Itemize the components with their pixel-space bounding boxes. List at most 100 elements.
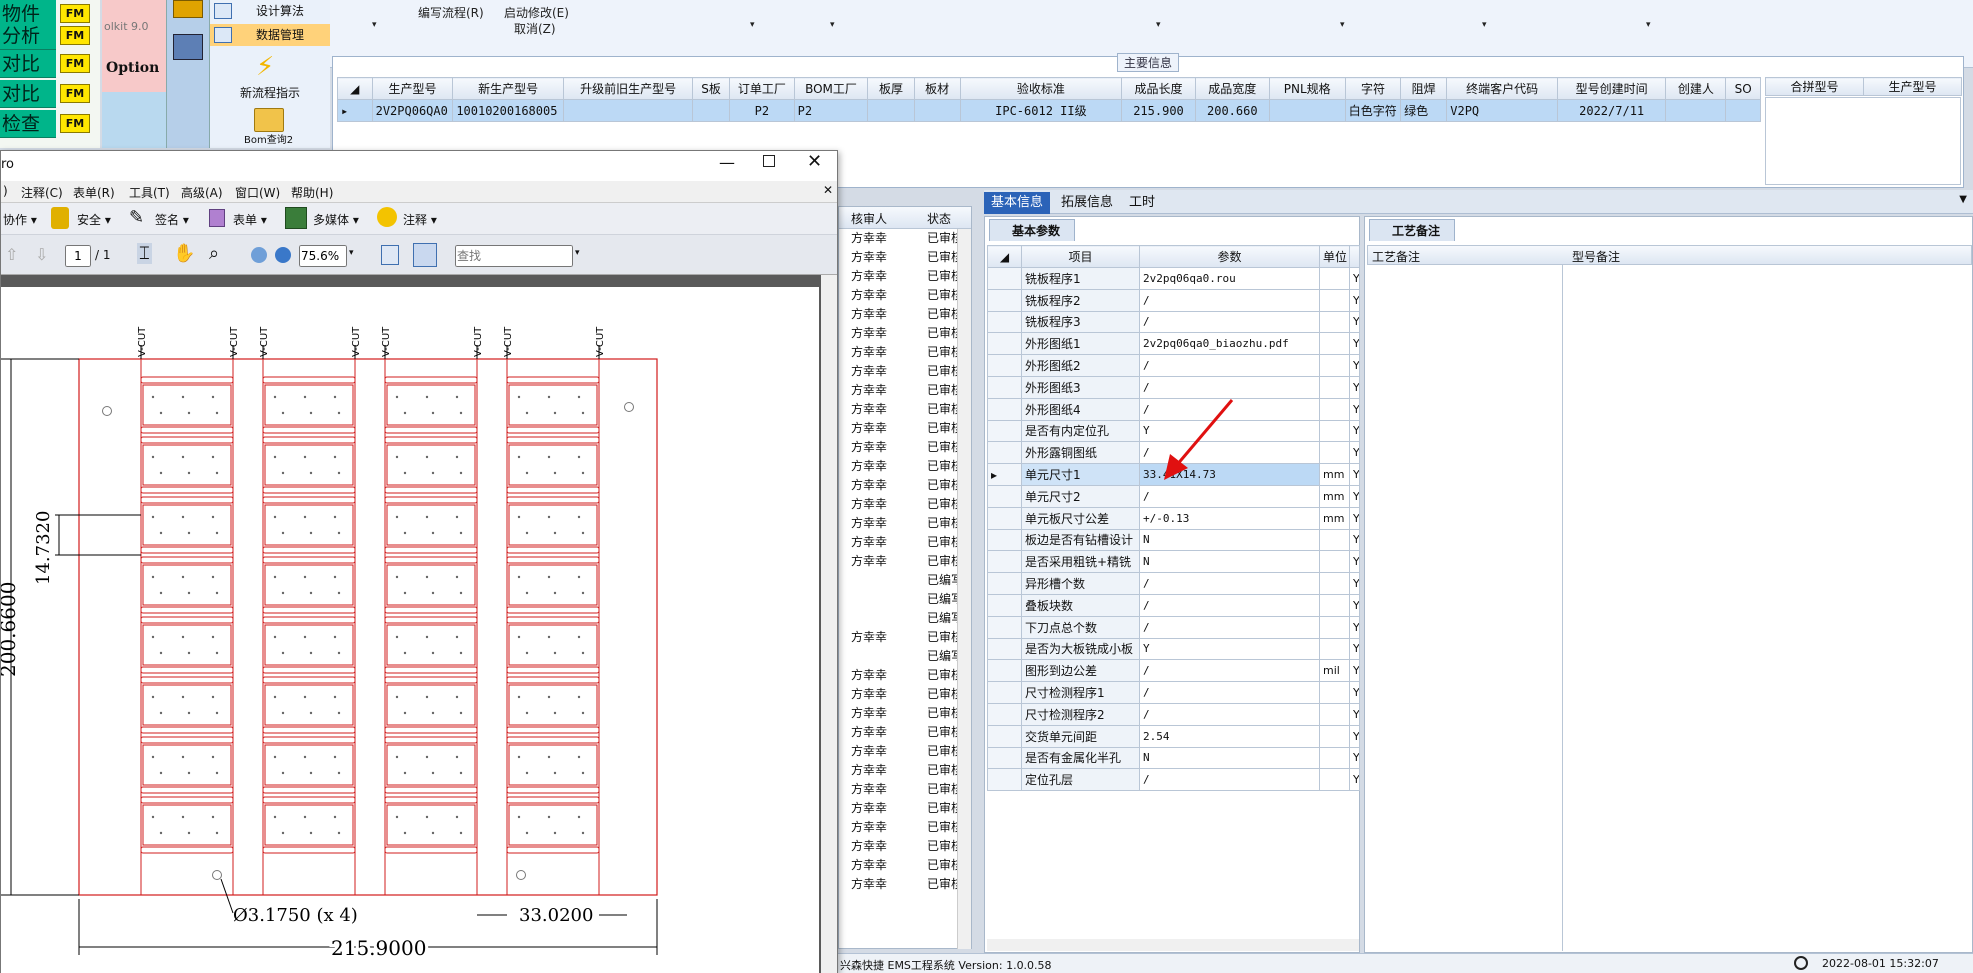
page-number-input[interactable] xyxy=(65,245,91,267)
param-value[interactable]: 2v2pq06qa0.rou xyxy=(1139,267,1320,290)
param-item[interactable]: 尺寸检测程序1 xyxy=(1021,681,1140,704)
param-value[interactable]: N xyxy=(1139,528,1320,552)
vertical-scrollbar[interactable] xyxy=(821,275,837,973)
list-item[interactable]: 方幸幸 已审核 xyxy=(839,837,971,856)
param-item[interactable]: 外形图纸3 xyxy=(1021,375,1140,399)
zoom-in-icon[interactable] xyxy=(275,247,291,263)
param-flag[interactable]: Y xyxy=(1349,659,1360,683)
table-row[interactable]: 外形图纸3/ Y xyxy=(987,375,1360,399)
param-value[interactable]: +/-0.13 xyxy=(1139,506,1320,530)
param-unit[interactable] xyxy=(1319,528,1350,552)
param-flag[interactable]: Y xyxy=(1349,484,1360,508)
param-unit[interactable]: mm xyxy=(1319,484,1350,508)
ribbon-item-new-process[interactable]: 新流程指示 xyxy=(210,82,330,104)
maximize-icon[interactable] xyxy=(763,155,775,167)
column-header[interactable]: S板 xyxy=(692,77,731,100)
column-header[interactable]: 型号备注 xyxy=(1572,248,1620,265)
toolbar-sign-button[interactable]: 签名 ▾ xyxy=(155,211,189,228)
table-row[interactable]: 铣板程序2/ Y xyxy=(987,288,1360,312)
param-unit[interactable] xyxy=(1319,615,1350,639)
fm-button[interactable]: FM xyxy=(60,84,90,103)
table-row[interactable]: 是否采用粗铣+精铣 N Y xyxy=(987,550,1360,574)
param-value[interactable]: / xyxy=(1139,375,1320,399)
list-item[interactable]: 方幸幸 已审核 xyxy=(839,267,971,286)
param-value[interactable]: / xyxy=(1139,768,1320,792)
list-item[interactable]: 方幸幸 已审核 xyxy=(839,438,971,457)
param-item[interactable]: 是否有金属化半孔 xyxy=(1021,746,1140,770)
param-item[interactable]: 板边是否有钻槽设计 xyxy=(1021,528,1140,552)
fm-button[interactable]: FM xyxy=(60,114,90,133)
column-header[interactable]: 字符 xyxy=(1344,77,1402,100)
param-item[interactable]: 定位孔层 xyxy=(1021,768,1140,792)
close-icon[interactable]: ✕ xyxy=(807,151,822,172)
toolbar-form-button[interactable]: 表单 ▾ xyxy=(233,211,267,228)
toolbar-security-button[interactable]: 安全 ▾ xyxy=(77,211,111,228)
param-unit[interactable] xyxy=(1319,550,1350,574)
column-header[interactable]: 型号创建时间 xyxy=(1556,77,1667,100)
param-flag[interactable]: Y xyxy=(1349,528,1360,552)
param-unit[interactable] xyxy=(1319,441,1350,465)
vertical-scrollbar[interactable] xyxy=(957,229,971,949)
param-flag[interactable]: Y xyxy=(1349,768,1360,792)
table-cell[interactable] xyxy=(1665,99,1727,122)
column-header[interactable]: 阻焊 xyxy=(1400,77,1448,100)
shortcut-row[interactable]: 对比 FM xyxy=(0,80,100,108)
table-row[interactable]: 铣板程序3/ Y xyxy=(987,310,1360,334)
param-value[interactable]: / xyxy=(1139,593,1320,617)
list-item[interactable]: 方幸幸 已审核 xyxy=(839,476,971,495)
table-cell[interactable]: 白色字符 xyxy=(1344,99,1402,122)
table-row[interactable]: 异形槽个数 / Y xyxy=(987,572,1360,595)
menu-item-help[interactable]: 帮助(H) xyxy=(291,184,333,201)
table-cell[interactable] xyxy=(563,99,694,122)
table-cell[interactable]: P2 xyxy=(793,99,869,122)
param-flag[interactable]: Y xyxy=(1349,375,1360,399)
list-item[interactable]: 方幸幸 已审核 xyxy=(839,457,971,476)
ribbon-item-design-algorithm[interactable]: 设计算法 xyxy=(210,0,330,22)
param-item[interactable]: 交货单元间距 xyxy=(1021,724,1140,748)
list-item[interactable]: 方幸幸 已审核 xyxy=(839,381,971,400)
next-page-icon[interactable]: ⇩ xyxy=(35,245,48,264)
param-value[interactable]: / xyxy=(1139,702,1320,726)
param-unit[interactable] xyxy=(1319,288,1350,312)
tab-basic-info[interactable]: 基本信息 xyxy=(984,192,1051,214)
param-unit[interactable] xyxy=(1319,768,1350,792)
param-item[interactable]: 铣板程序1 xyxy=(1021,267,1140,290)
param-value[interactable]: / xyxy=(1139,659,1320,683)
list-item[interactable]: 方幸幸 已审核 xyxy=(839,362,971,381)
column-header[interactable]: 升级前旧生产型号 xyxy=(563,77,694,100)
table-row[interactable]: ▸ 2V2PQ06QA0 10010200168005 P2 P2 IPC-60… xyxy=(337,99,1761,122)
list-item[interactable]: 方幸幸 已审核 xyxy=(839,419,971,438)
pdf-canvas[interactable]: V-CUT V-CUT V-CUT V-CUT V-CUT V-CUT V-CUT V-CUT… xyxy=(0,275,821,973)
list-item[interactable]: 方幸幸 已审核 xyxy=(839,552,971,571)
fm-button[interactable]: FM xyxy=(60,4,90,23)
model-notes-textarea[interactable] xyxy=(1565,265,1970,951)
param-unit[interactable] xyxy=(1319,354,1350,377)
param-item[interactable]: 外形图纸4 xyxy=(1021,397,1140,421)
param-item[interactable]: 单元板尺寸公差 xyxy=(1021,506,1140,530)
column-header[interactable]: 终端客户代码 xyxy=(1446,77,1558,100)
table-row[interactable]: 定位孔层 / Y xyxy=(987,768,1360,792)
chevron-down-icon[interactable]: ▾ xyxy=(349,248,354,258)
param-item[interactable]: 尺寸检测程序2 xyxy=(1021,702,1140,726)
param-value[interactable]: / xyxy=(1139,615,1320,639)
list-item[interactable]: 方幸幸 已审核 xyxy=(839,400,971,419)
table-cell[interactable]: 10010200168005 xyxy=(452,99,565,122)
param-item[interactable]: 铣板程序3 xyxy=(1021,310,1140,334)
param-value[interactable]: / xyxy=(1139,310,1320,334)
column-header[interactable]: 创建人 xyxy=(1665,77,1727,100)
table-cell[interactable]: 215.900 xyxy=(1121,99,1196,122)
merge-model-list[interactable] xyxy=(1765,97,1961,185)
column-header[interactable]: 核审人 xyxy=(851,210,887,227)
list-item[interactable]: 方幸幸 已审核 xyxy=(839,856,971,875)
table-cell[interactable] xyxy=(913,99,961,122)
toolbar-collab-button[interactable]: 协作 ▾ xyxy=(3,211,37,228)
param-unit[interactable]: mm xyxy=(1319,463,1350,486)
param-unit[interactable]: mil xyxy=(1319,659,1350,683)
param-value[interactable]: / xyxy=(1139,354,1320,377)
list-item[interactable]: 方幸幸 已审核 xyxy=(839,229,971,248)
minimize-icon[interactable]: — xyxy=(719,153,735,172)
list-item[interactable]: 方幸幸 已审核 xyxy=(839,723,971,742)
tab-extended-info[interactable]: 拓展信息 xyxy=(1054,192,1120,214)
param-value[interactable]: N xyxy=(1139,746,1320,770)
param-value[interactable]: / xyxy=(1139,484,1320,508)
